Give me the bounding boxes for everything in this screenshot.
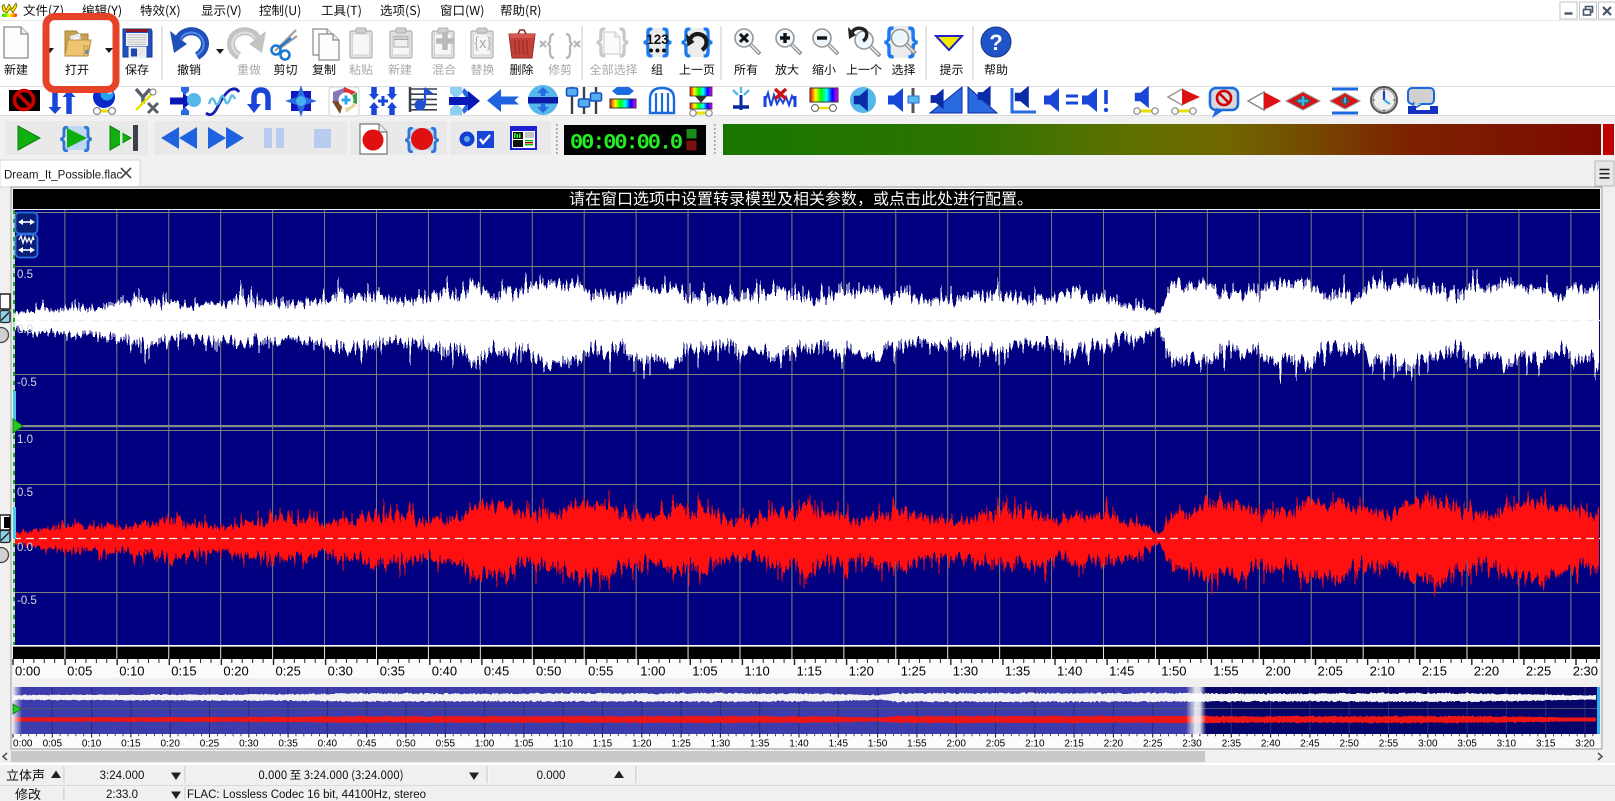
svg-text:0.5: 0.5	[17, 269, 33, 281]
svg-text:0:40: 0:40	[432, 664, 457, 679]
svg-text:0:15: 0:15	[121, 739, 141, 750]
svg-text:2:15: 2:15	[1422, 664, 1447, 679]
svg-text:1:25: 1:25	[671, 739, 691, 750]
svg-text:2:30: 2:30	[1573, 664, 1598, 679]
svg-text:1:55: 1:55	[907, 739, 927, 750]
svg-text:1:15: 1:15	[797, 664, 822, 679]
svg-text:0.0: 0.0	[17, 542, 33, 554]
svg-text:1:40: 1:40	[789, 739, 809, 750]
svg-text:0.0: 0.0	[17, 324, 33, 336]
svg-text:1.0: 1.0	[17, 434, 33, 446]
svg-text:1:40: 1:40	[1057, 664, 1082, 679]
svg-text:1:35: 1:35	[1005, 664, 1030, 679]
svg-text:0:00: 0:00	[15, 664, 40, 679]
svg-text:0:20: 0:20	[223, 664, 248, 679]
svg-text:0:30: 0:30	[239, 739, 259, 750]
svg-text:1:45: 1:45	[829, 739, 849, 750]
svg-text:2:55: 2:55	[1379, 739, 1399, 750]
svg-text:1:05: 1:05	[692, 664, 717, 679]
svg-text:0:05: 0:05	[43, 739, 63, 750]
svg-text:1:05: 1:05	[514, 739, 534, 750]
svg-text:1:30: 1:30	[953, 664, 978, 679]
svg-text:1:45: 1:45	[1109, 664, 1134, 679]
svg-text:2:20: 2:20	[1104, 739, 1124, 750]
svg-text:3:10: 3:10	[1497, 739, 1517, 750]
svg-text:-0.5: -0.5	[17, 595, 37, 607]
svg-text:1:55: 1:55	[1213, 664, 1238, 679]
svg-text:1:20: 1:20	[632, 739, 652, 750]
svg-text:00:00:00.0: 00:00:00.0	[570, 131, 682, 156]
svg-text:2:45: 2:45	[1300, 739, 1320, 750]
svg-text:2:00: 2:00	[1265, 664, 1290, 679]
svg-text:1:30: 1:30	[711, 739, 731, 750]
svg-text:3:24.000: 3:24.000	[100, 770, 145, 782]
svg-text:2:05: 2:05	[1318, 664, 1343, 679]
svg-text:1:10: 1:10	[744, 664, 769, 679]
svg-text:0:45: 0:45	[484, 664, 509, 679]
svg-text:2:00: 2:00	[946, 739, 966, 750]
svg-text:0:35: 0:35	[278, 739, 298, 750]
svg-text:2:30: 2:30	[1182, 739, 1202, 750]
svg-text:0:10: 0:10	[82, 739, 102, 750]
svg-text:0:10: 0:10	[119, 664, 144, 679]
svg-text:3:00: 3:00	[1418, 739, 1438, 750]
svg-text:2:25: 2:25	[1526, 664, 1551, 679]
svg-text:0:40: 0:40	[318, 739, 338, 750]
svg-text:1:15: 1:15	[593, 739, 613, 750]
svg-text:0:20: 0:20	[160, 739, 180, 750]
svg-text:0:25: 0:25	[276, 664, 301, 679]
svg-text:0:25: 0:25	[200, 739, 220, 750]
svg-text:2:40: 2:40	[1261, 739, 1281, 750]
svg-text:1:00: 1:00	[640, 664, 665, 679]
svg-text:2:10: 2:10	[1370, 664, 1395, 679]
svg-text:2:33.0: 2:33.0	[106, 789, 138, 801]
svg-text:0:05: 0:05	[67, 664, 92, 679]
svg-text:1:25: 1:25	[901, 664, 926, 679]
svg-text:0:50: 0:50	[396, 739, 416, 750]
svg-text:1:20: 1:20	[849, 664, 874, 679]
svg-text:2:50: 2:50	[1339, 739, 1359, 750]
svg-text:0:15: 0:15	[171, 664, 196, 679]
svg-text:0.000: 0.000	[537, 770, 566, 782]
svg-text:2:05: 2:05	[986, 739, 1006, 750]
svg-text:Dream_It_Possible.flac: Dream_It_Possible.flac	[4, 170, 122, 182]
svg-text:3:20: 3:20	[1575, 739, 1595, 750]
svg-text:2:20: 2:20	[1474, 664, 1499, 679]
svg-text:FLAC: Lossless Codec 16 bit, 4: FLAC: Lossless Codec 16 bit, 44100Hz, st…	[187, 789, 426, 801]
svg-text:123: 123	[646, 32, 669, 47]
svg-text:2:25: 2:25	[1143, 739, 1163, 750]
svg-text:0:30: 0:30	[328, 664, 353, 679]
svg-text:0:45: 0:45	[357, 739, 377, 750]
svg-text:1:35: 1:35	[750, 739, 770, 750]
svg-text:0:00: 0:00	[13, 739, 33, 750]
svg-text:0:55: 0:55	[588, 664, 613, 679]
svg-text:-0.5: -0.5	[17, 377, 37, 389]
svg-text:0:50: 0:50	[536, 664, 561, 679]
svg-text:0.5: 0.5	[17, 487, 33, 499]
svg-text:2:35: 2:35	[1222, 739, 1242, 750]
svg-text:3:15: 3:15	[1536, 739, 1556, 750]
svg-text:0:35: 0:35	[380, 664, 405, 679]
svg-text:1:10: 1:10	[553, 739, 573, 750]
svg-text:2:15: 2:15	[1064, 739, 1084, 750]
svg-text:3:05: 3:05	[1457, 739, 1477, 750]
svg-text:1:50: 1:50	[868, 739, 888, 750]
svg-text:2:10: 2:10	[1025, 739, 1045, 750]
svg-text:0:55: 0:55	[436, 739, 456, 750]
svg-text:1:50: 1:50	[1161, 664, 1186, 679]
svg-text:1:00: 1:00	[475, 739, 495, 750]
svg-text:?: ?	[989, 30, 1002, 55]
